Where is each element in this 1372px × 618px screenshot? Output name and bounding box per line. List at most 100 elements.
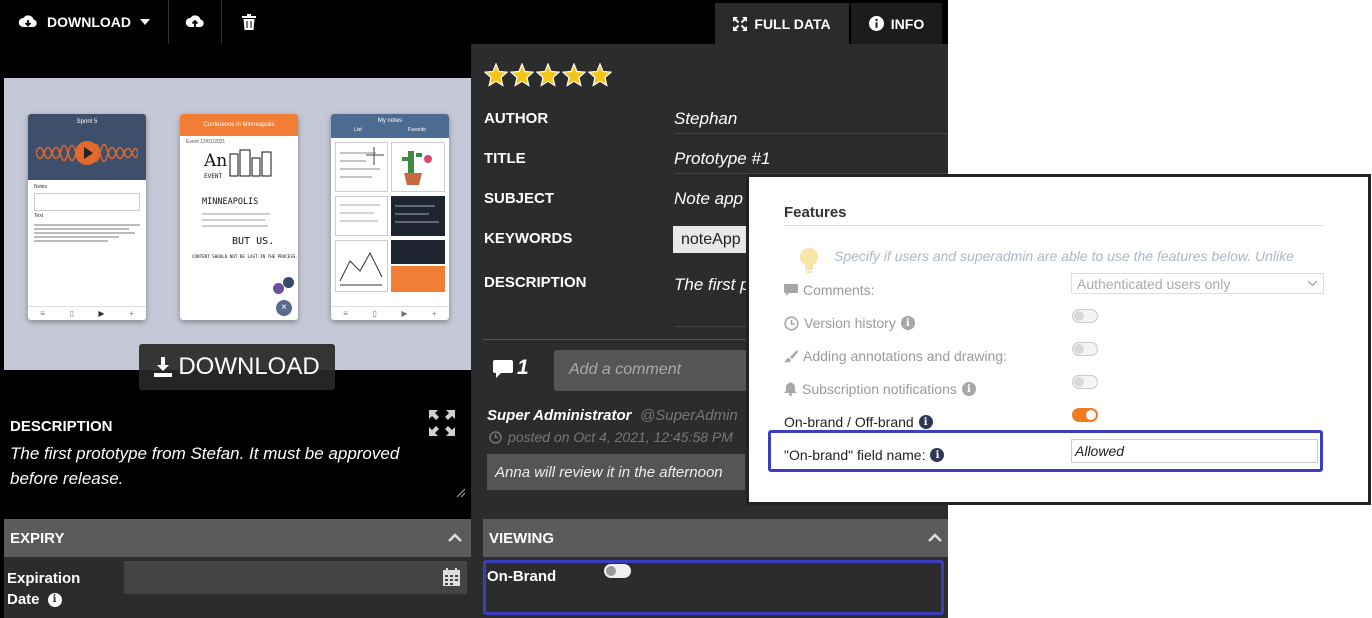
chevron-up-icon [448, 533, 462, 542]
description-text: The first prototype from Stefan. It must… [10, 444, 400, 488]
event-label: Event 12/01/2021 [186, 139, 226, 145]
delete-button[interactable] [242, 0, 256, 44]
close-fab: × [276, 300, 292, 316]
description-panel: DESCRIPTION The first prototype from Ste… [4, 404, 471, 500]
expiry-header-label: EXPIRY [10, 529, 65, 547]
subscriptions-toggle[interactable] [1072, 375, 1098, 389]
info-icon[interactable]: i [900, 316, 915, 330]
author-label: AUTHOR [484, 110, 549, 127]
note-card [335, 196, 388, 236]
expiration-date-input[interactable] [124, 561, 467, 594]
onoff-brand-label: On-brand / Off-brand [784, 414, 914, 430]
comment-input[interactable]: Add a comment [554, 350, 754, 391]
trash-icon [242, 14, 256, 30]
download-overlay-label: DOWNLOAD [178, 353, 320, 380]
comment-icon [493, 360, 513, 378]
cloud-upload-icon [185, 15, 204, 27]
version-history-row: Version history i [784, 315, 915, 331]
sketch-caption: BUT US. [232, 236, 274, 247]
note-card [335, 240, 388, 292]
top-toolbar: DOWNLOAD FULL DATA INFO [0, 0, 948, 44]
toolbar-divider [168, 0, 169, 44]
upload-button[interactable] [185, 0, 205, 44]
caret-down-icon [140, 19, 150, 25]
subject-value[interactable]: Note app [674, 189, 743, 209]
sketch-caption: CONTENT SHOULD NOT BE LAST IN THE PROCES… [192, 254, 298, 259]
notes-label: Notes [34, 184, 48, 190]
tab-full-data[interactable]: FULL DATA [715, 3, 849, 44]
comment-handle: @SuperAdmin [640, 407, 738, 424]
info-icon[interactable]: i [918, 415, 933, 429]
info-circle-icon [868, 16, 884, 31]
divider [784, 225, 1324, 226]
screen-title: My notes [377, 118, 403, 124]
expand-icon [733, 16, 748, 31]
star-icon[interactable] [562, 63, 586, 87]
star-icon[interactable] [510, 63, 534, 87]
svg-text:EVENT: EVENT [204, 173, 222, 180]
avatar [283, 277, 294, 288]
clock-icon [784, 315, 799, 331]
features-hint: Specify if users and superadmin are able… [834, 248, 1294, 264]
chevron-up-icon [928, 533, 942, 542]
tab-full-data-label: FULL DATA [754, 15, 831, 32]
sketch-art: An EVENT MINNEAPOLIS BUT US. CONTENT SHO… [192, 149, 298, 259]
annotations-row: Adding annotations and drawing: [784, 348, 1007, 364]
note-card [335, 142, 388, 192]
version-history-toggle[interactable] [1072, 309, 1098, 323]
tab-info[interactable]: INFO [851, 3, 942, 44]
title-value[interactable]: Prototype #1 [674, 149, 770, 169]
description-value[interactable]: The first p [674, 275, 750, 295]
bell-icon [784, 382, 797, 396]
star-icon[interactable] [484, 63, 508, 87]
divider [674, 133, 948, 134]
clock-icon [489, 431, 502, 444]
cloud-download-icon [18, 15, 37, 27]
rating-stars[interactable] [484, 63, 612, 87]
info-icon[interactable]: i [961, 382, 976, 396]
fullscreen-icon[interactable] [429, 410, 455, 436]
description-label: DESCRIPTION [484, 274, 587, 291]
annotations-toggle[interactable] [1072, 342, 1098, 356]
annotations-label: Adding annotations and drawing: [803, 348, 1007, 364]
highlight-box [483, 560, 944, 615]
screen-title: Conference in Minneapolis [180, 114, 298, 136]
svg-text:An: An [203, 151, 227, 171]
version-history-label: Version history [804, 315, 896, 331]
file-preview[interactable]: Sprint 5 Notes Text ≡ ▯ ▶ + Conference i… [4, 78, 471, 370]
download-menu-button[interactable]: DOWNLOAD [18, 0, 150, 44]
toolbar-divider [221, 0, 222, 44]
text-label: Text [34, 213, 44, 219]
note-card [391, 240, 445, 264]
comments-permission-select[interactable]: Authenticated users only [1071, 273, 1324, 294]
viewing-section-header[interactable]: VIEWING [483, 519, 948, 557]
expiration-date-label: Expiration [7, 570, 81, 587]
onoff-brand-row: On-brand / Off-brand i [784, 414, 933, 430]
star-icon[interactable] [536, 63, 560, 87]
star-icon[interactable] [588, 63, 612, 87]
download-menu-label: DOWNLOAD [47, 14, 131, 30]
note-card [391, 196, 445, 236]
play-icon [84, 147, 93, 159]
expiry-section-header[interactable]: EXPIRY [4, 519, 471, 557]
subscriptions-row: Subscription notifications i [784, 381, 976, 397]
keyword-tag[interactable]: noteApp [673, 226, 749, 253]
resize-handle-icon[interactable] [455, 487, 465, 497]
onoff-brand-toggle[interactable] [1072, 408, 1098, 422]
paintbrush-icon [784, 350, 798, 363]
comment-timestamp: posted on Oct 4, 2021, 12:45:58 PM [508, 429, 733, 445]
comment-input-placeholder: Add a comment [569, 361, 682, 378]
calendar-icon[interactable] [443, 568, 460, 586]
download-overlay-button[interactable]: DOWNLOAD [139, 344, 335, 390]
features-title: Features [784, 204, 847, 221]
lightbulb-icon [800, 248, 818, 273]
download-icon [154, 357, 173, 377]
author-value[interactable]: Stephan [674, 109, 737, 129]
info-icon[interactable]: i [47, 592, 62, 607]
comment-count: 1 [517, 356, 529, 379]
expiry-section-body: Expiration Date i [4, 557, 471, 618]
keywords-label: KEYWORDS [484, 230, 573, 247]
preview-screen-1: Sprint 5 Notes Text ≡ ▯ ▶ + [28, 114, 146, 320]
avatar [273, 283, 284, 294]
preview-screen-3: My notes List Favorite ≡ ▯ ▶ + [331, 114, 449, 320]
